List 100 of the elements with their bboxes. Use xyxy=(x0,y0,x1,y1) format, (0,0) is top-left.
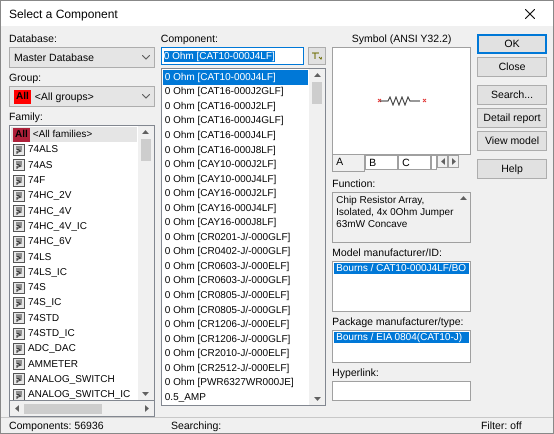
package-item[interactable]: Bourns / EIA 0804(CAT10-J) xyxy=(334,332,469,343)
dialog-button[interactable]: View model xyxy=(477,131,547,151)
family-item[interactable]: 74HC_6V xyxy=(11,234,137,250)
components-count: Components: 56936 xyxy=(9,420,105,432)
chip-icon xyxy=(13,205,25,218)
family-name: 74HC_4V_IC xyxy=(28,220,87,232)
family-item[interactable]: 74HC_2V xyxy=(11,188,137,204)
function-label: Function: xyxy=(332,178,376,191)
component-item[interactable]: 0 Ohm [CAT16-000J2GLF] xyxy=(162,84,308,100)
searching-label: Searching: xyxy=(171,420,222,432)
component-item[interactable]: 0 Ohm [CAT16-000J2LF] xyxy=(162,99,308,114)
component-item[interactable]: 0 Ohm [CR2010-J/-000ELF] xyxy=(162,346,308,361)
scrollbar-thumb[interactable] xyxy=(24,404,102,414)
family-item[interactable]: 74LS_IC xyxy=(11,264,137,280)
family-item[interactable]: 74STD_IC xyxy=(11,326,137,342)
family-item[interactable]: 74ALS xyxy=(11,142,137,158)
tab-scroll-button[interactable] xyxy=(448,155,460,168)
component-item[interactable]: 0.5_AMP xyxy=(162,390,308,405)
dialog-button[interactable]: OK xyxy=(477,34,547,54)
family-name: 74STD_IC xyxy=(28,328,75,339)
component-item[interactable]: 0 Ohm [CR0201-J/-000GLF] xyxy=(162,230,308,245)
model-label: Model manufacturer/ID: xyxy=(332,247,443,260)
chip-icon xyxy=(13,296,25,309)
scroll-down-icon[interactable] xyxy=(142,391,150,397)
component-item[interactable]: 0 Ohm [CAY10-000J4LF] xyxy=(162,172,308,186)
component-item[interactable]: 0 Ohm [CAY16-000J2LF] xyxy=(162,186,308,201)
component-item[interactable]: 0 Ohm [CR0603-J/-000ELF] xyxy=(162,259,308,274)
scroll-up-icon[interactable] xyxy=(142,129,150,135)
model-item[interactable]: Bourns / CAT10-000J4LF/BO xyxy=(334,263,469,274)
tab-scroll-button[interactable] xyxy=(437,155,448,168)
group-dropdown[interactable]: All <All groups> xyxy=(9,86,155,107)
scrollbar-thumb[interactable] xyxy=(312,82,322,104)
dialog-button[interactable]: Search... xyxy=(477,85,547,105)
dialog-button[interactable]: Help xyxy=(477,159,547,179)
family-name: 74STD xyxy=(28,312,60,324)
component-item[interactable]: 0 Ohm [CR1206-J/-000GLF] xyxy=(162,332,308,346)
family-name: <All families> xyxy=(32,129,92,140)
family-item[interactable]: All <All families> xyxy=(11,127,137,142)
component-item[interactable]: 0 Ohm [CR0805-J/-000GLF] xyxy=(162,302,308,318)
all-badge: All xyxy=(13,128,30,142)
resistor-symbol-drawing xyxy=(376,96,428,106)
family-item[interactable]: 74F xyxy=(11,172,137,188)
scroll-up-icon[interactable] xyxy=(314,72,321,78)
filter-status: Filter: off xyxy=(481,420,523,432)
component-item[interactable]: 0 Ohm [CAY16-000J8LF] xyxy=(162,215,308,230)
scrollbar-thumb[interactable] xyxy=(140,139,151,161)
component-field[interactable]: 0 Ohm [CAT10-000J4LF] xyxy=(160,47,304,65)
family-item[interactable]: 74S_IC xyxy=(11,295,137,311)
group-label: Group: xyxy=(9,72,42,85)
dialog-button[interactable]: Close xyxy=(477,57,547,77)
family-item[interactable]: 74HC_4V_IC xyxy=(11,218,137,234)
family-item[interactable]: 74HC_4V xyxy=(11,203,137,219)
family-item[interactable]: ANALOG_SWITCH xyxy=(11,372,137,388)
family-item[interactable]: ANALOG_SWITCH_IC xyxy=(11,387,137,400)
family-item[interactable]: ADC_DAC xyxy=(11,341,137,356)
chip-icon xyxy=(13,174,25,187)
component-item[interactable]: 0 Ohm [CAT16-000J4LF] xyxy=(162,128,308,143)
hyperlink-field[interactable] xyxy=(332,381,471,401)
component-item[interactable]: 0 Ohm [CAT10-000J4LF] xyxy=(162,70,308,85)
filter-button[interactable] xyxy=(308,47,326,65)
family-name: ADC_DAC xyxy=(28,343,76,354)
filter-icon xyxy=(312,52,322,60)
family-name: 74AS xyxy=(28,160,52,171)
symbol-tab[interactable] xyxy=(431,155,438,170)
scroll-down-icon[interactable] xyxy=(314,396,321,402)
component-item[interactable]: 0 Ohm [CR0402-J/-000GLF] xyxy=(162,244,308,260)
component-item[interactable]: 0 Ohm [CAT16-000J4GLF] xyxy=(162,114,308,128)
symbol-tab[interactable]: C xyxy=(398,155,432,170)
component-item[interactable]: 0 Ohm [PWR6327WR000JE] xyxy=(162,375,308,390)
chip-icon xyxy=(13,220,25,232)
component-item[interactable]: 0 Ohm [CAT16-000J8LF] xyxy=(162,142,308,158)
hyperlink-label: Hyperlink: xyxy=(332,367,380,380)
scroll-left-icon[interactable] xyxy=(440,158,446,165)
family-item[interactable]: 74AS xyxy=(11,158,137,173)
component-item[interactable]: 0 Ohm [CAY10-000J2LF] xyxy=(162,157,308,172)
component-item[interactable]: 0 Ohm [CAY16-000J4LF] xyxy=(162,200,308,216)
family-name: 74S xyxy=(28,282,46,294)
family-item[interactable]: 74LS xyxy=(11,249,137,265)
dialog-button[interactable]: Detail report xyxy=(477,108,547,128)
family-item[interactable]: 74STD xyxy=(11,310,137,326)
scroll-right-icon[interactable] xyxy=(450,158,457,165)
database-label: Database: xyxy=(9,33,58,46)
component-item[interactable]: 0 Ohm [CR0805-J/-000ELF] xyxy=(162,288,308,303)
chip-icon xyxy=(13,312,25,324)
symbol-tab[interactable]: A xyxy=(332,155,366,172)
family-name: ANALOG_SWITCH xyxy=(28,374,115,385)
family-item[interactable]: AMMETER xyxy=(11,356,137,372)
symbol-tab[interactable]: B xyxy=(365,155,398,170)
database-dropdown[interactable]: Master Database xyxy=(9,47,155,68)
component-item[interactable]: 0 Ohm [CR1206-J/-000ELF] xyxy=(162,317,308,332)
component-item[interactable]: 0 Ohm [CR2512-J/-000ELF] xyxy=(162,360,308,376)
family-item[interactable]: 74S xyxy=(11,280,137,296)
component-item[interactable]: 0 Ohm [CR0603-J/-000GLF] xyxy=(162,274,308,288)
scroll-right-icon[interactable] xyxy=(144,405,150,412)
component-label: Component: xyxy=(160,33,219,46)
family-name: 74F xyxy=(28,175,46,186)
scroll-up-icon[interactable] xyxy=(460,195,467,201)
function-text: Chip Resistor Array, Isolated, 4x 0Ohm Jumper 63mW Concave xyxy=(336,195,454,232)
chip-icon xyxy=(13,342,25,355)
scroll-left-icon[interactable] xyxy=(14,405,20,412)
